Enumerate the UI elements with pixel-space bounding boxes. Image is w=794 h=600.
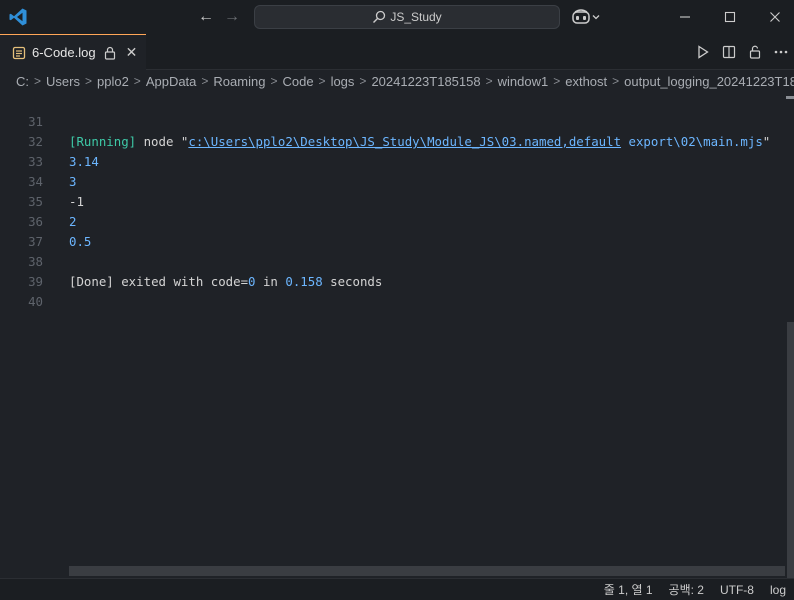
status-bar: 줄 1, 열 1 공백: 2 UTF-8 log [0,578,794,600]
cursor-position[interactable]: 줄 1, 열 1 [604,581,653,598]
code-line: 31 [Running] node "c:\Users\pplo2\Deskto… [0,92,794,149]
code-line: 38 [Done] exited with code=0 in 0.158 se… [0,232,794,289]
title-bar: ← → JS_Study [0,0,794,34]
forward-arrow-icon[interactable]: → [223,8,241,26]
breadcrumb-item[interactable]: Code [282,74,313,89]
indentation[interactable]: 공백: 2 [669,581,704,598]
maximize-icon [724,11,736,23]
close-icon [770,12,780,22]
chevron-right-icon: > [485,74,493,88]
maximize-button[interactable] [707,0,753,34]
minimize-button[interactable] [662,0,708,34]
run-button[interactable] [690,34,716,70]
back-arrow-icon[interactable]: ← [197,8,215,26]
chevron-down-icon [592,15,600,20]
tab-close-icon[interactable]: ✕ [126,44,138,61]
unlock-icon [749,45,761,59]
breadcrumb-item[interactable]: Roaming [213,74,265,89]
breadcrumb-item[interactable]: logs [331,74,355,89]
code-line: 40 [0,272,794,309]
chevron-right-icon: > [270,74,278,88]
play-icon [698,45,709,59]
vertical-scrollbar[interactable] [787,322,794,578]
code-line: 37 [0,212,794,249]
line-number: 40 [28,294,43,309]
breadcrumb-item[interactable]: window1 [498,74,549,89]
copilot-icon [572,9,590,24]
chevron-right-icon: > [84,74,92,88]
tab-bar: 6-Code.log ✕ [0,34,794,70]
chevron-right-icon: > [359,74,367,88]
tab-6-code-log[interactable]: 6-Code.log ✕ [0,34,146,70]
unlock-button[interactable] [742,34,768,70]
breadcrumb-item[interactable]: output_logging_20241223T185209 [624,74,794,89]
chevron-right-icon: > [34,74,42,88]
vscode-logo-icon [8,7,28,27]
editor-actions [690,34,794,70]
code-line: 36 0.5 [0,192,794,249]
minimize-icon [680,16,690,18]
chevron-right-icon: > [612,74,620,88]
command-center-search[interactable]: JS_Study [254,5,560,29]
breadcrumb-item[interactable]: exthost [565,74,607,89]
breadcrumb-item[interactable]: pplo2 [97,74,129,89]
lock-icon [104,46,115,60]
breadcrumb-item[interactable]: 20241223T185158 [371,74,480,89]
ellipsis-icon [774,50,788,54]
split-editor-button[interactable] [716,34,742,70]
editor[interactable]: 31 [Running] node "c:\Users\pplo2\Deskto… [0,92,794,578]
breadcrumb-item[interactable]: C: [16,74,29,89]
horizontal-scrollbar[interactable] [69,566,785,576]
search-icon [373,10,386,23]
chevron-right-icon: > [133,74,141,88]
language-mode[interactable]: log [770,583,786,597]
copilot-menu[interactable] [571,8,605,26]
more-actions-button[interactable] [768,34,794,70]
split-editor-icon [722,45,736,59]
code-line: 33 3 [0,132,794,189]
encoding[interactable]: UTF-8 [720,583,754,597]
code-line: 34 -1 [0,152,794,209]
log-file-icon [12,46,26,59]
search-text: JS_Study [390,10,442,24]
chevron-right-icon: > [318,74,326,88]
breadcrumb-item[interactable]: AppData [146,74,197,89]
code-line: 32 3.14 [0,112,794,169]
breadcrumb: C: > Users > pplo2 > AppData > Roaming > Code… [0,70,794,92]
code-line: 39 [0,252,794,289]
breadcrumb-item[interactable]: Users [46,74,80,89]
scroll-position-marker [786,96,794,99]
close-window-button[interactable] [752,0,794,34]
chevron-right-icon: > [201,74,209,88]
code-line: 35 2 [0,172,794,229]
tab-label: 6-Code.log [32,45,96,60]
chevron-right-icon: > [553,74,561,88]
